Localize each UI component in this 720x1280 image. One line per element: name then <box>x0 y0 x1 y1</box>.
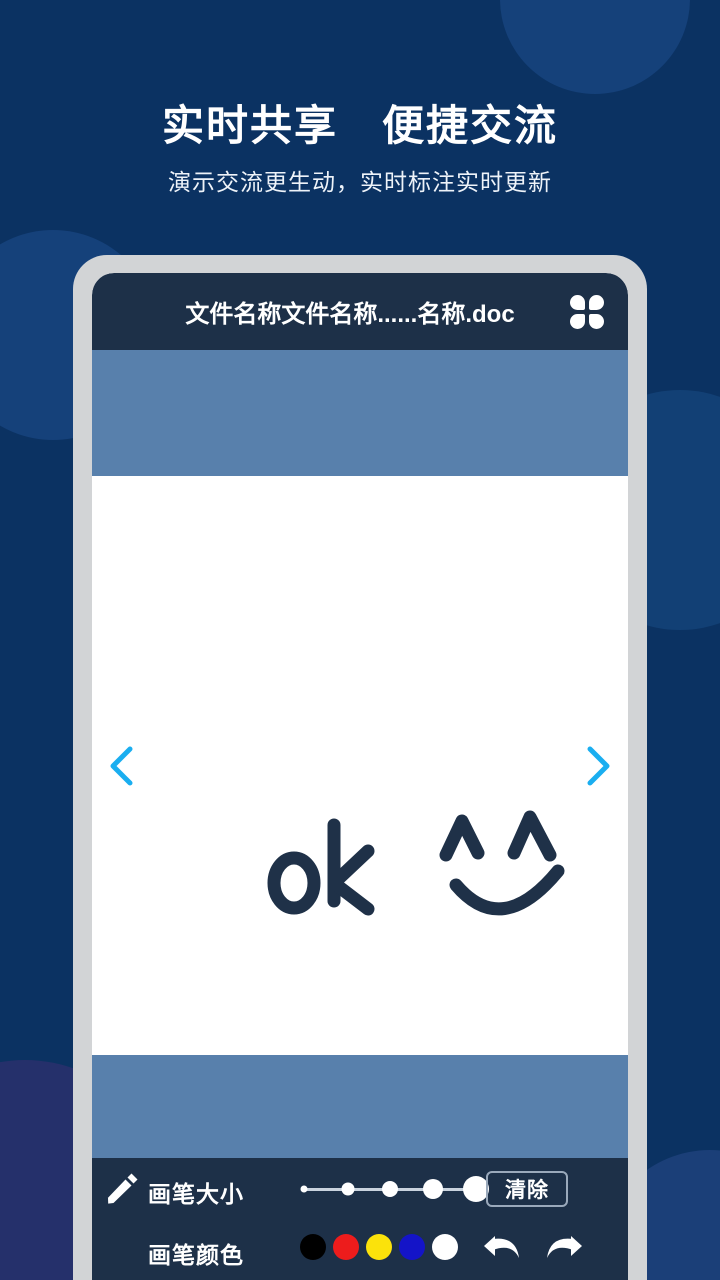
color-swatch-blue[interactable] <box>399 1234 425 1260</box>
clear-button[interactable]: 清除 <box>486 1171 568 1207</box>
document-band-bottom <box>92 1055 628 1158</box>
promo-headline: 实时共享 便捷交流 <box>0 92 720 153</box>
color-swatch-black[interactable] <box>300 1234 326 1260</box>
document-title: 文件名称文件名称......名称.doc <box>185 301 515 328</box>
pencil-icon[interactable] <box>105 1170 141 1206</box>
document-band-top <box>92 350 628 476</box>
chevron-right-icon[interactable] <box>581 743 615 789</box>
app-title-bar: 文件名称文件名称......名称.doc <box>92 273 628 350</box>
annotation-toolbar: 画笔大小 清除 画笔颜色 <box>92 1158 628 1280</box>
promo-subheadline: 演示交流更生动，实时标注实时更新 <box>168 169 552 195</box>
phone-screen: 文件名称文件名称......名称.doc 画笔大小 清除 画笔颜色 <box>92 273 628 1280</box>
undo-arrow-icon[interactable] <box>482 1230 524 1264</box>
brush-color-label: 画笔颜色 <box>148 1242 244 1268</box>
grid-dot <box>570 313 585 329</box>
promo-headline-left: 实时共享 <box>161 102 338 149</box>
document-page-canvas[interactable] <box>92 476 628 1055</box>
grid-four-dots-icon[interactable] <box>570 294 604 329</box>
color-swatch-white[interactable] <box>432 1234 458 1260</box>
grid-dot <box>570 294 585 310</box>
grid-dot <box>589 294 604 310</box>
brush-size-step[interactable] <box>382 1181 398 1197</box>
brush-size-label: 画笔大小 <box>148 1181 244 1207</box>
brush-color-swatches[interactable] <box>300 1234 460 1262</box>
promo-screenshot: 实时共享 便捷交流 演示交流更生动，实时标注实时更新 文件名称文件名称......… <box>0 0 720 1280</box>
promo-headline-right: 便捷交流 <box>382 102 559 149</box>
brush-size-slider[interactable] <box>300 1176 489 1202</box>
redo-arrow-icon[interactable] <box>542 1230 584 1264</box>
brush-size-step[interactable] <box>300 1185 308 1193</box>
phone-mockup-frame: 文件名称文件名称......名称.doc 画笔大小 清除 画笔颜色 <box>73 255 647 1280</box>
annotation-ink-layer <box>262 773 592 933</box>
brush-size-step[interactable] <box>341 1182 355 1196</box>
brush-size-step[interactable] <box>423 1179 443 1199</box>
background-blob-decoration <box>500 0 690 94</box>
grid-dot <box>589 313 604 329</box>
color-swatch-yellow[interactable] <box>366 1234 392 1260</box>
chevron-left-icon[interactable] <box>105 743 139 789</box>
color-swatch-red[interactable] <box>333 1234 359 1260</box>
